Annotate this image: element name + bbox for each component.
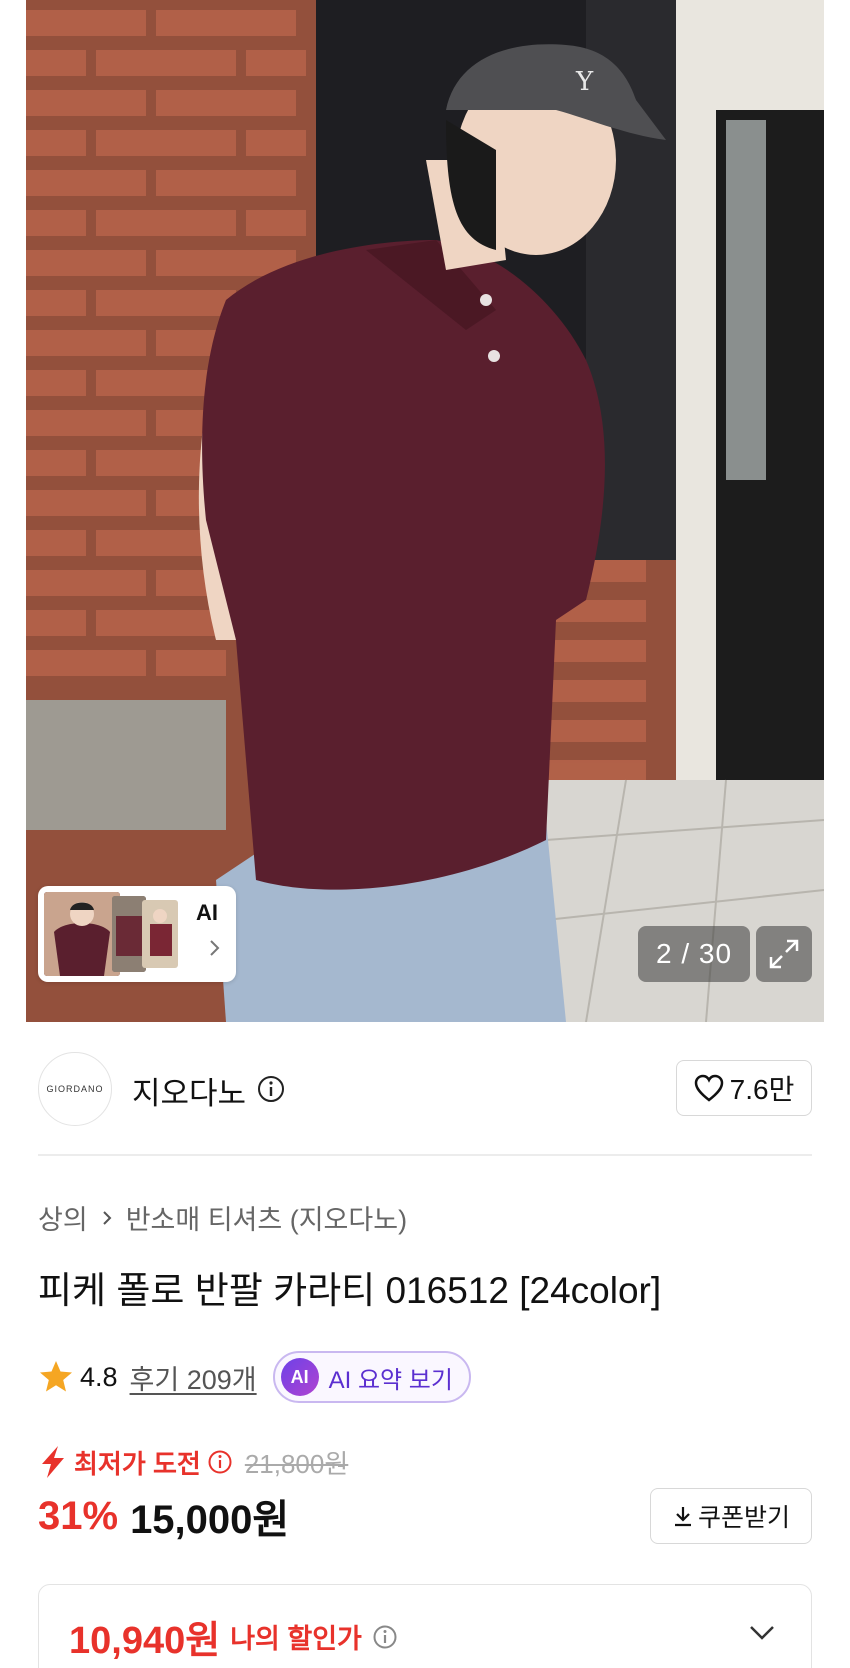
- thumbnail-image: [142, 900, 178, 968]
- star-icon: [40, 1361, 72, 1392]
- original-price: 21,800원: [244, 1448, 349, 1479]
- ai-label: AI: [196, 900, 218, 925]
- ai-similar-products-card[interactable]: AI: [38, 886, 236, 982]
- brand-row: GIORDANO 지오다노 7.6만: [38, 1048, 812, 1128]
- rating-value: 4.8: [80, 1361, 118, 1392]
- lightning-icon: [42, 1446, 64, 1478]
- chevron-right-icon: [102, 1210, 112, 1225]
- promo-label: 최저가 도전: [74, 1448, 201, 1479]
- thumbnail-image: [44, 892, 120, 976]
- ai-summary-button[interactable]: AI AI 요약 보기: [272, 1351, 471, 1403]
- thumbnail-image: [112, 896, 146, 972]
- product-photo[interactable]: Y: [26, 0, 824, 1022]
- promo-row: 최저가 도전 21,800원: [38, 1442, 348, 1482]
- breadcrumb-item[interactable]: 반소매 티셔츠 (지오다노): [126, 1198, 407, 1237]
- my-discount-price-label: 나의 할인가: [230, 1624, 362, 1654]
- svg-text:Y: Y: [575, 67, 594, 97]
- breadcrumb-item[interactable]: 상의: [38, 1198, 88, 1237]
- my-price-content: 10,940원 나의 할인가: [69, 1609, 398, 1664]
- like-button[interactable]: 7.6만: [676, 1060, 812, 1116]
- my-discount-price: 10,940원: [69, 1620, 221, 1662]
- heart-icon: [694, 1074, 723, 1102]
- chevron-down-icon: [750, 1626, 774, 1640]
- brand-name[interactable]: 지오다노: [132, 1068, 246, 1113]
- expand-button[interactable]: [756, 926, 812, 982]
- my-discount-price-panel[interactable]: 10,940원 나의 할인가: [38, 1584, 812, 1668]
- info-icon[interactable]: [207, 1449, 233, 1475]
- info-icon[interactable]: [372, 1624, 398, 1650]
- reviews-link[interactable]: 후기 209개: [130, 1358, 257, 1397]
- ai-summary-label: AI 요약 보기: [328, 1366, 453, 1394]
- product-title: 피케 폴로 반팔 카라티 016512 [24color]: [38, 1270, 662, 1311]
- expand-icon: [769, 939, 799, 969]
- ai-badge: AI: [280, 1358, 319, 1396]
- image-counter-text: 2 / 30: [655, 938, 733, 969]
- download-icon: [674, 1507, 691, 1527]
- like-count: 7.6만: [729, 1074, 795, 1105]
- price-row: 31% 15,000원: [38, 1488, 289, 1544]
- breadcrumb: 상의 반소매 티셔츠 (지오다노): [38, 1198, 407, 1237]
- info-icon[interactable]: [256, 1074, 286, 1104]
- brand-logo[interactable]: GIORDANO: [38, 1052, 112, 1126]
- coupon-label: 쿠폰받기: [697, 1504, 790, 1532]
- sale-price: 15,000원: [130, 1498, 290, 1542]
- coupon-button[interactable]: 쿠폰받기: [650, 1488, 812, 1544]
- discount-rate: 31%: [38, 1493, 119, 1538]
- rating-row: 4.8 후기 209개 AI AI 요약 보기: [38, 1350, 471, 1404]
- brand-logo-text: GIORDANO: [46, 1084, 104, 1094]
- chevron-right-icon: [210, 940, 220, 956]
- image-counter: 2 / 30: [638, 926, 750, 982]
- divider: [38, 1154, 812, 1156]
- product-image-gallery[interactable]: Y AI 2 / 30: [0, 0, 850, 1022]
